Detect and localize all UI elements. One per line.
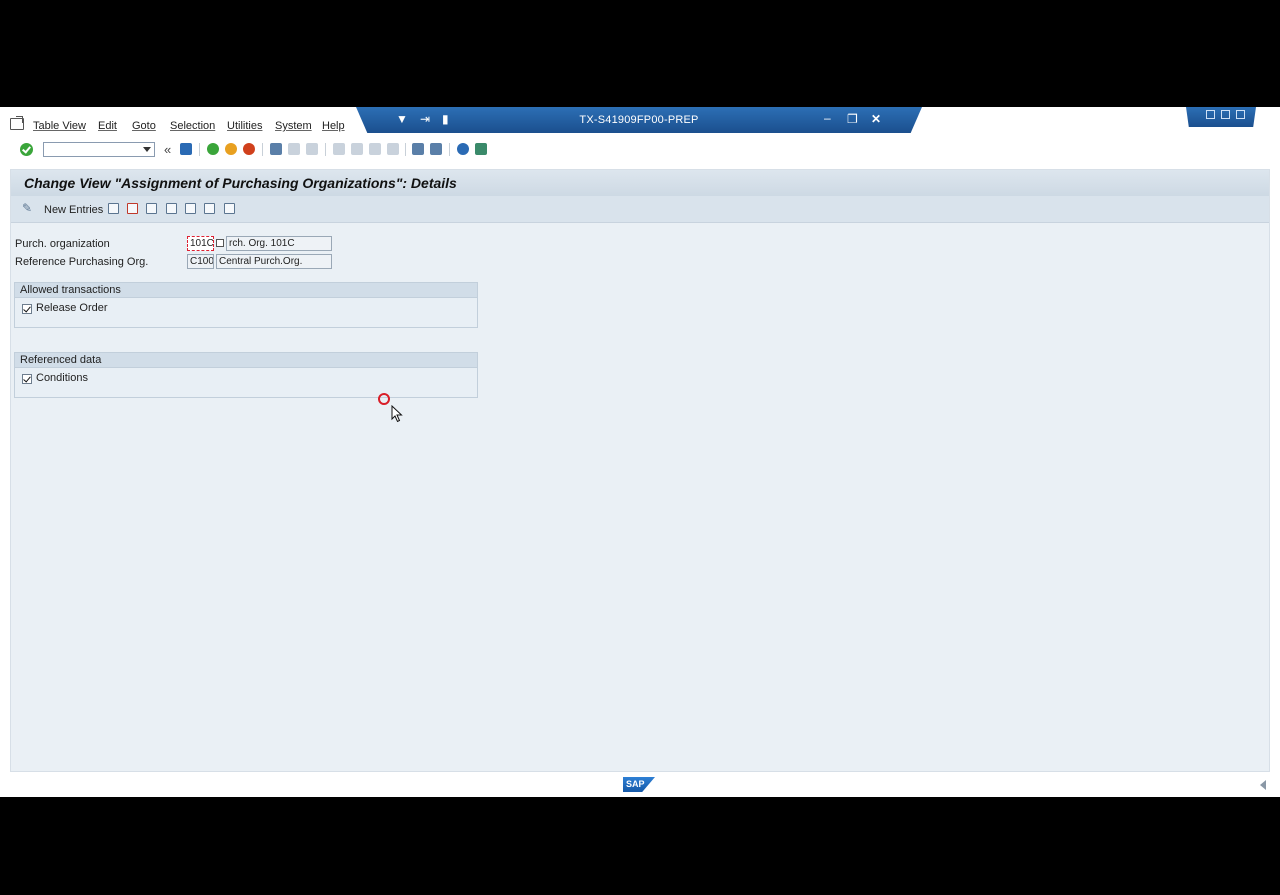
- minimize-icon[interactable]: –: [824, 111, 831, 125]
- save-icon[interactable]: [180, 143, 192, 155]
- window-title: TX-S41909FP00-PREP: [579, 114, 699, 126]
- session-minimize-icon[interactable]: [1206, 110, 1215, 119]
- back-icon[interactable]: [207, 143, 219, 155]
- release-order-label: Release Order: [36, 302, 108, 314]
- collapse-command-icon[interactable]: «: [164, 142, 171, 157]
- referenced-data-group: Referenced data Conditions: [14, 352, 478, 398]
- menu-expand-icon[interactable]: [10, 118, 24, 130]
- restore-icon[interactable]: ❐: [847, 112, 858, 126]
- enter-checkmark-icon[interactable]: [20, 143, 33, 156]
- conditions-checkbox[interactable]: [22, 374, 32, 384]
- last-page-icon[interactable]: [387, 143, 399, 155]
- group-title: Allowed transactions: [20, 284, 121, 296]
- copy-as-icon[interactable]: [108, 203, 119, 214]
- toolbar-separator: [199, 143, 200, 156]
- sap-logo: SAP: [623, 777, 655, 792]
- toolbar-separator: [262, 143, 263, 156]
- display-change-icon[interactable]: ✎: [22, 201, 32, 215]
- value-help-icon[interactable]: [216, 239, 224, 247]
- group-title: Referenced data: [20, 354, 102, 366]
- toolbar-separator: [325, 143, 326, 156]
- next-page-icon[interactable]: [369, 143, 381, 155]
- cancel-icon[interactable]: [243, 143, 255, 155]
- command-dropdown-icon[interactable]: [143, 147, 151, 152]
- sap-gui-window: Table View Edit Goto Selection Utilities…: [0, 107, 1280, 797]
- purch-org-code-field[interactable]: 101C: [187, 236, 214, 251]
- undo-change-icon[interactable]: [146, 203, 157, 214]
- menu-utilities[interactable]: Utilities: [227, 120, 262, 132]
- toolbar-separator: [449, 143, 450, 156]
- menu-goto[interactable]: Goto: [132, 120, 156, 132]
- status-bar: SAP: [0, 775, 1280, 797]
- close-icon[interactable]: ✕: [871, 112, 881, 126]
- session-close-icon[interactable]: [1236, 110, 1245, 119]
- system-toolbar: «: [0, 139, 1280, 161]
- session-controls: [1186, 107, 1256, 127]
- purch-org-label: Purch. organization: [15, 238, 110, 250]
- menu-help[interactable]: Help: [322, 120, 345, 132]
- conditions-label: Conditions: [36, 372, 88, 384]
- group-header: Referenced data: [15, 353, 477, 368]
- allowed-transactions-group: Allowed transactions Release Order: [14, 282, 478, 328]
- command-field[interactable]: [43, 142, 155, 157]
- shortcut-icon[interactable]: [430, 143, 442, 155]
- exit-icon[interactable]: [225, 143, 237, 155]
- click-indicator-icon: [378, 393, 390, 405]
- group-header: Allowed transactions: [15, 283, 477, 298]
- status-expand-icon[interactable]: [1260, 780, 1266, 790]
- release-order-checkbox[interactable]: [22, 304, 32, 314]
- work-area: Change View "Assignment of Purchasing Or…: [10, 169, 1270, 772]
- purch-org-description-field: rch. Org. 101C: [226, 236, 332, 251]
- previous-entry-icon[interactable]: [166, 203, 177, 214]
- find-icon[interactable]: [288, 143, 300, 155]
- ref-purch-org-code-field[interactable]: C100: [187, 254, 214, 269]
- mouse-cursor-icon: [391, 405, 403, 423]
- next-entry-icon[interactable]: [185, 203, 196, 214]
- first-page-icon[interactable]: [333, 143, 345, 155]
- menu-bar: Table View Edit Goto Selection Utilities…: [0, 107, 1280, 137]
- session-restore-icon[interactable]: [1221, 110, 1230, 119]
- page-title-bar: Change View "Assignment of Purchasing Or…: [11, 170, 1269, 196]
- layout-settings-icon[interactable]: [475, 143, 487, 155]
- application-toolbar: ✎ New Entries: [11, 196, 1269, 223]
- menu-system[interactable]: System: [275, 120, 312, 132]
- menu-selection[interactable]: Selection: [170, 120, 215, 132]
- window-title-bar: ▼ ⇥ ▮ TX-S41909FP00-PREP – ❐ ✕: [356, 107, 922, 133]
- previous-page-icon[interactable]: [351, 143, 363, 155]
- page-title: Change View "Assignment of Purchasing Or…: [24, 175, 457, 191]
- find-next-icon[interactable]: [306, 143, 318, 155]
- menu-edit[interactable]: Edit: [98, 120, 117, 132]
- print-icon[interactable]: [270, 143, 282, 155]
- new-entries-button[interactable]: New Entries: [44, 204, 103, 216]
- help-icon[interactable]: [457, 143, 469, 155]
- ref-purch-org-description-field: Central Purch.Org.: [216, 254, 332, 269]
- new-session-icon[interactable]: [412, 143, 424, 155]
- selection-criteria-icon[interactable]: [224, 203, 235, 214]
- ref-purch-org-label: Reference Purchasing Org.: [15, 256, 149, 268]
- variable-list-icon[interactable]: [204, 203, 215, 214]
- menu-table-view[interactable]: Table View: [33, 120, 86, 132]
- toolbar-separator: [405, 143, 406, 156]
- delete-icon[interactable]: [127, 203, 138, 214]
